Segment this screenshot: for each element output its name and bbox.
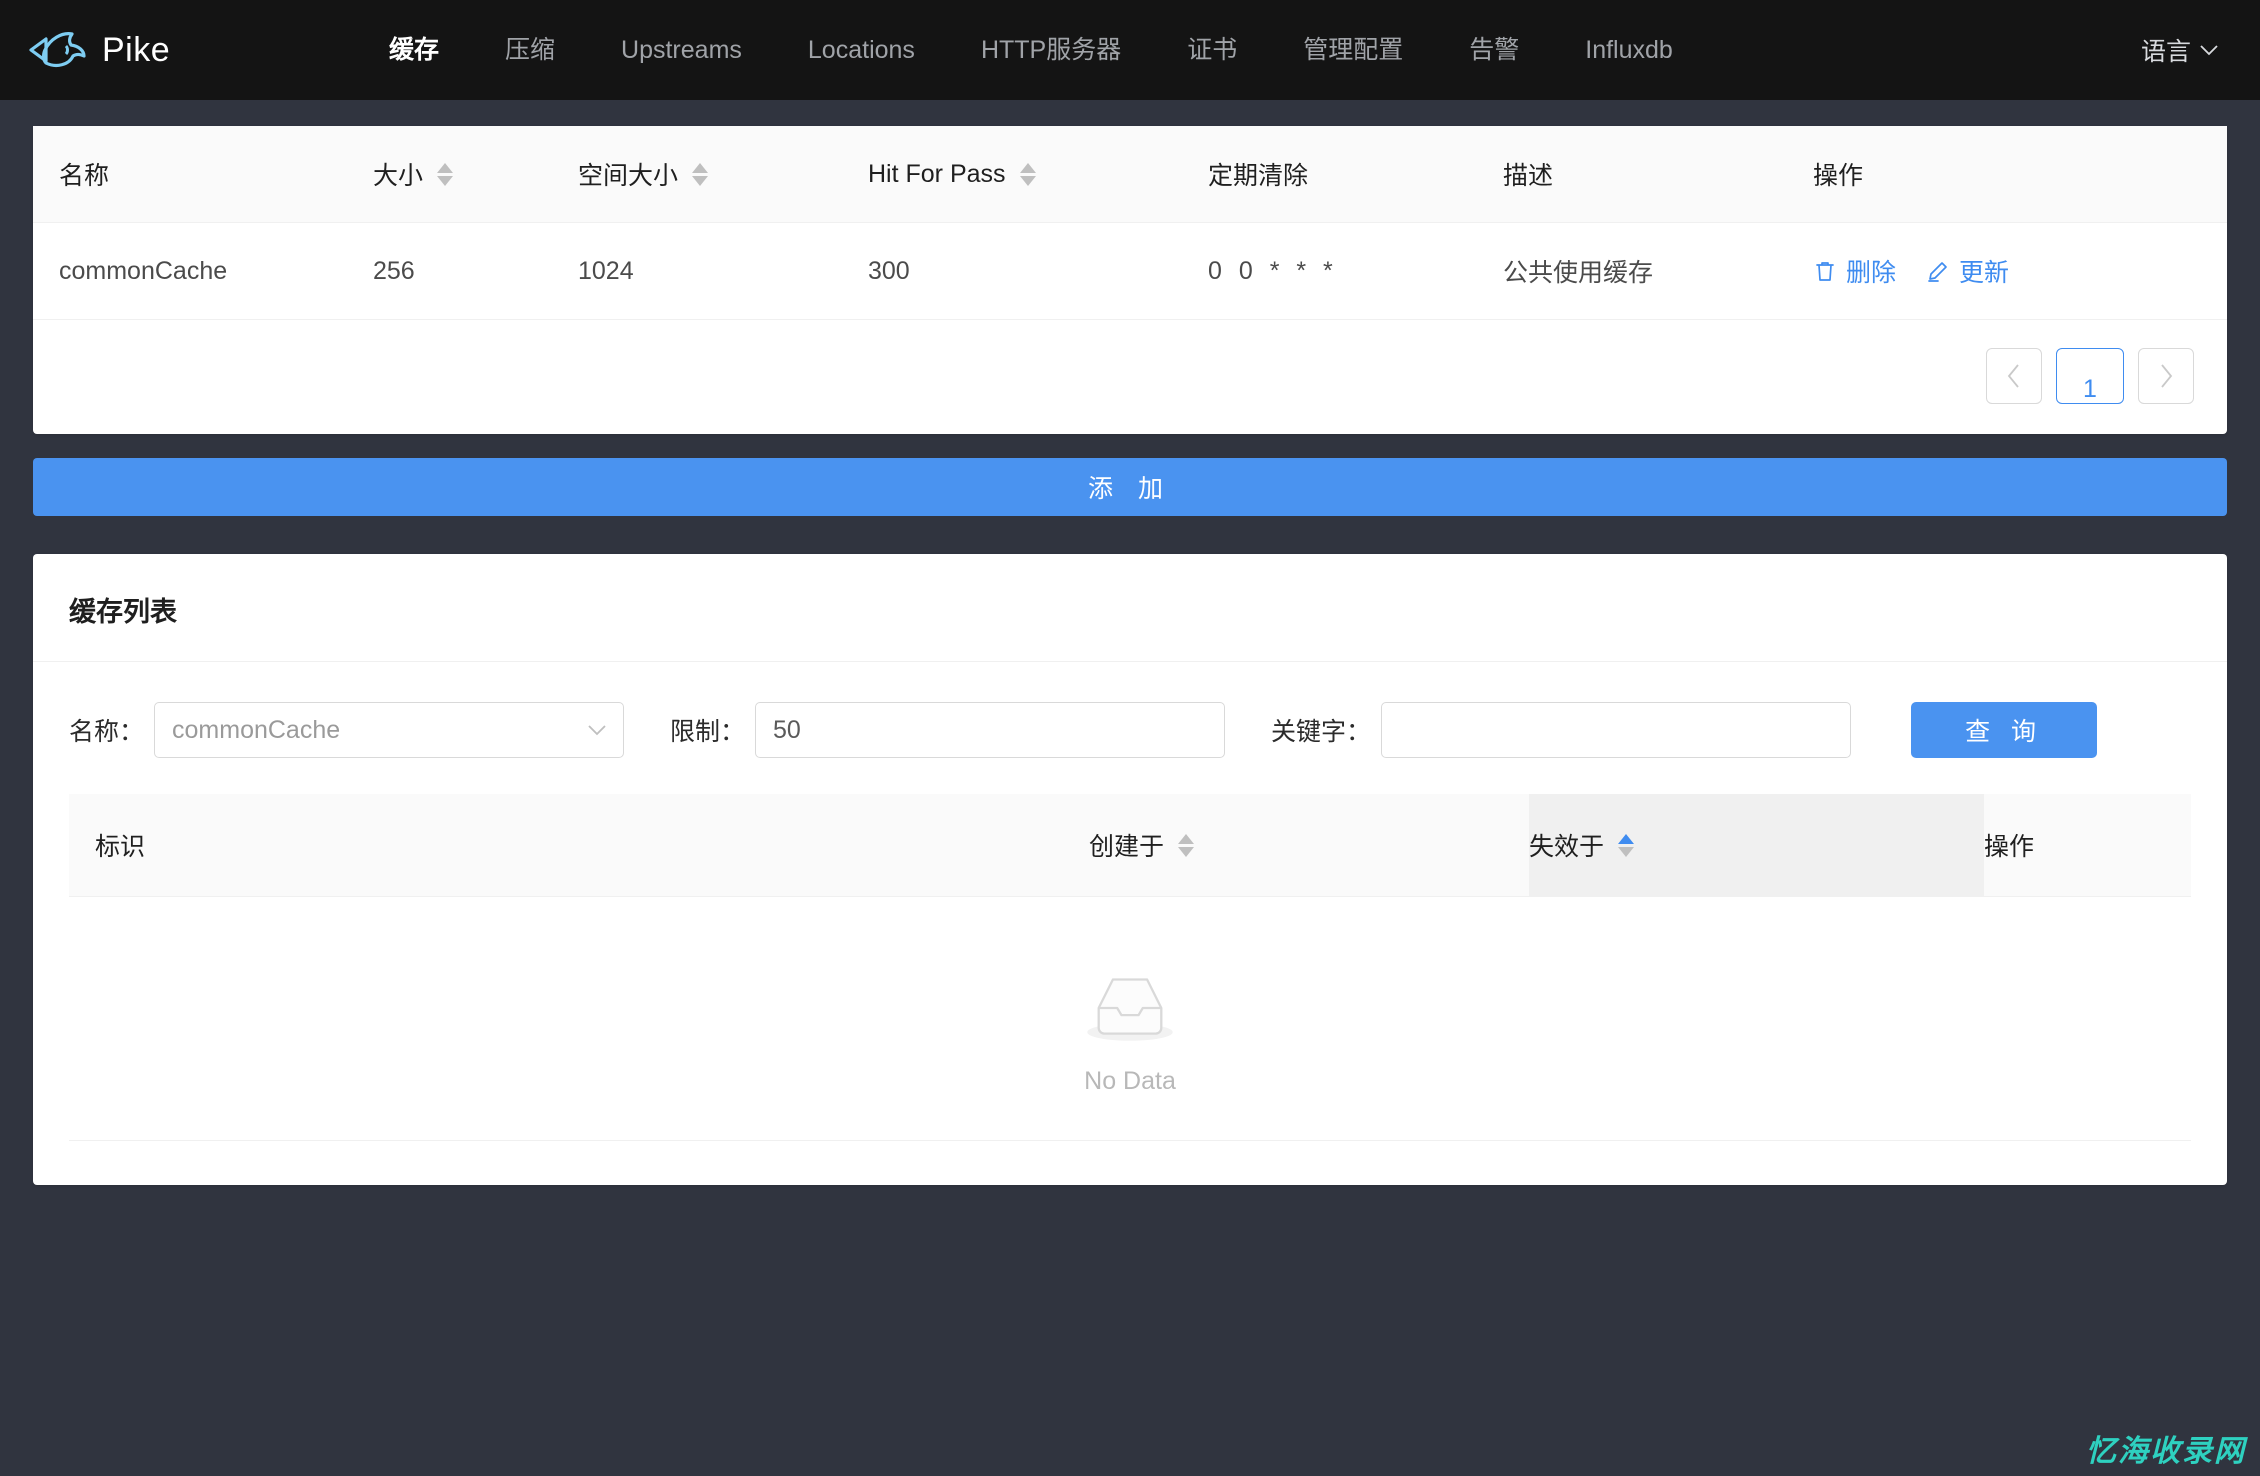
limit-input[interactable]: 50 xyxy=(755,702,1225,758)
nav-link-influxdb[interactable]: Influxdb xyxy=(1552,0,1706,100)
column-label: 大小 xyxy=(373,156,423,192)
column-label: 操作 xyxy=(1813,156,1863,192)
chevron-down-icon xyxy=(2200,44,2218,56)
column-label: 空间大小 xyxy=(578,156,678,192)
sort-toggle-created-at[interactable] xyxy=(1178,834,1194,857)
chevron-left-icon xyxy=(2005,363,2023,389)
pagination-prev-button[interactable] xyxy=(1986,348,2042,404)
query-button[interactable]: 查 询 xyxy=(1911,702,2097,758)
chevron-right-icon xyxy=(2157,363,2175,389)
cache-table: 名称 大小 空间大小 xyxy=(33,126,2227,320)
column-label: 操作 xyxy=(1984,827,2034,863)
column-label: Hit For Pass xyxy=(868,160,1006,189)
limit-filter-label: 限制： xyxy=(670,712,745,748)
column-label: 创建于 xyxy=(1089,827,1164,863)
pagination-next-button[interactable] xyxy=(2138,348,2194,404)
nav-links: 缓存 压缩 Upstreams Locations HTTP服务器 证书 管理配… xyxy=(356,0,2141,100)
column-header-description: 描述 xyxy=(1503,126,1813,223)
column-label: 名称 xyxy=(59,156,109,192)
language-selector[interactable]: 语言 xyxy=(2141,32,2230,68)
nav-link-cache[interactable]: 缓存 xyxy=(356,0,472,100)
name-select[interactable]: commonCache xyxy=(154,702,624,758)
filter-row: 名称： commonCache 限制： 50 关键字： 查 询 xyxy=(33,662,2227,794)
column-label: 描述 xyxy=(1503,156,1553,192)
cell-description: 公共使用缓存 xyxy=(1503,223,1813,320)
brand[interactable]: Pike xyxy=(26,27,356,73)
cache-list-table-wrap: 标识 创建于 失效于 xyxy=(33,794,2227,1141)
update-label: 更新 xyxy=(1959,253,2009,289)
pagination-page-1[interactable]: 1 xyxy=(2056,348,2124,404)
cell-operations: 删除 更新 xyxy=(1813,223,2227,320)
name-select-value: commonCache xyxy=(172,716,340,745)
nav-link-alarm[interactable]: 告警 xyxy=(1436,0,1552,100)
cache-list-header-row: 标识 创建于 失效于 xyxy=(69,794,2191,897)
brand-name: Pike xyxy=(102,31,170,70)
language-label: 语言 xyxy=(2141,32,2191,68)
cell-size: 256 xyxy=(373,223,578,320)
column-header-operations: 操作 xyxy=(1984,794,2191,897)
cell-zone-size: 1024 xyxy=(578,223,868,320)
sort-toggle-size[interactable] xyxy=(437,163,453,186)
column-header-key: 标识 xyxy=(69,794,1089,897)
empty-state-row: No Data xyxy=(69,897,2191,1141)
column-label: 失效于 xyxy=(1529,827,1604,863)
table-row: commonCache 256 1024 300 0 0 * * * 公共使用缓… xyxy=(33,223,2227,320)
nav-link-certificate[interactable]: 证书 xyxy=(1154,0,1270,100)
top-navbar: Pike 缓存 压缩 Upstreams Locations HTTP服务器 证… xyxy=(0,0,2260,100)
cache-list-table: 标识 创建于 失效于 xyxy=(69,794,2191,1141)
nav-link-compress[interactable]: 压缩 xyxy=(472,0,588,100)
chevron-down-icon xyxy=(588,724,606,736)
trash-icon xyxy=(1813,259,1837,283)
sort-toggle-hit-for-pass[interactable] xyxy=(1020,163,1036,186)
keyword-input[interactable] xyxy=(1381,702,1851,758)
fish-logo-icon xyxy=(26,27,88,73)
nav-link-admin-config[interactable]: 管理配置 xyxy=(1270,0,1436,100)
column-header-size[interactable]: 大小 xyxy=(373,126,578,223)
cell-name: commonCache xyxy=(33,223,373,320)
cache-list-title: 缓存列表 xyxy=(33,554,2227,662)
pencil-icon xyxy=(1926,259,1950,283)
limit-input-value: 50 xyxy=(773,716,801,745)
cache-table-header-row: 名称 大小 空间大小 xyxy=(33,126,2227,223)
watermark: 忆海收录网 xyxy=(2086,1426,2246,1470)
pagination: 1 xyxy=(33,320,2227,434)
column-label: 标识 xyxy=(95,827,145,863)
column-header-zone-size[interactable]: 空间大小 xyxy=(578,126,868,223)
column-header-created-at[interactable]: 创建于 xyxy=(1089,794,1529,897)
cell-cron: 0 0 * * * xyxy=(1208,223,1503,320)
nav-link-locations[interactable]: Locations xyxy=(775,0,948,100)
column-header-name: 名称 xyxy=(33,126,373,223)
nav-link-http-server[interactable]: HTTP服务器 xyxy=(948,0,1154,100)
column-header-operations: 操作 xyxy=(1813,126,2227,223)
delete-button[interactable]: 删除 xyxy=(1813,253,1896,289)
empty-inbox-icon xyxy=(1083,971,1177,1045)
update-button[interactable]: 更新 xyxy=(1926,253,2009,289)
column-header-cron: 定期清除 xyxy=(1208,126,1503,223)
column-label: 定期清除 xyxy=(1208,156,1308,192)
add-button[interactable]: 添 加 xyxy=(33,458,2227,516)
name-filter-label: 名称： xyxy=(69,712,144,748)
column-header-hit-for-pass[interactable]: Hit For Pass xyxy=(868,126,1208,223)
column-header-expired-at[interactable]: 失效于 xyxy=(1529,794,1984,897)
cell-hit-for-pass: 300 xyxy=(868,223,1208,320)
empty-state-text: No Data xyxy=(69,1067,2191,1096)
sort-toggle-zone-size[interactable] xyxy=(692,163,708,186)
cache-table-card: 名称 大小 空间大小 xyxy=(33,126,2227,434)
nav-link-upstreams[interactable]: Upstreams xyxy=(588,0,775,100)
empty-state: No Data xyxy=(69,897,2191,1141)
delete-label: 删除 xyxy=(1846,253,1896,289)
cache-list-card: 缓存列表 名称： commonCache 限制： 50 关键字： 查 询 xyxy=(33,554,2227,1185)
page-body: 名称 大小 空间大小 xyxy=(0,100,2260,1185)
sort-toggle-expired-at[interactable] xyxy=(1618,834,1634,857)
keyword-filter-label: 关键字： xyxy=(1271,712,1371,748)
